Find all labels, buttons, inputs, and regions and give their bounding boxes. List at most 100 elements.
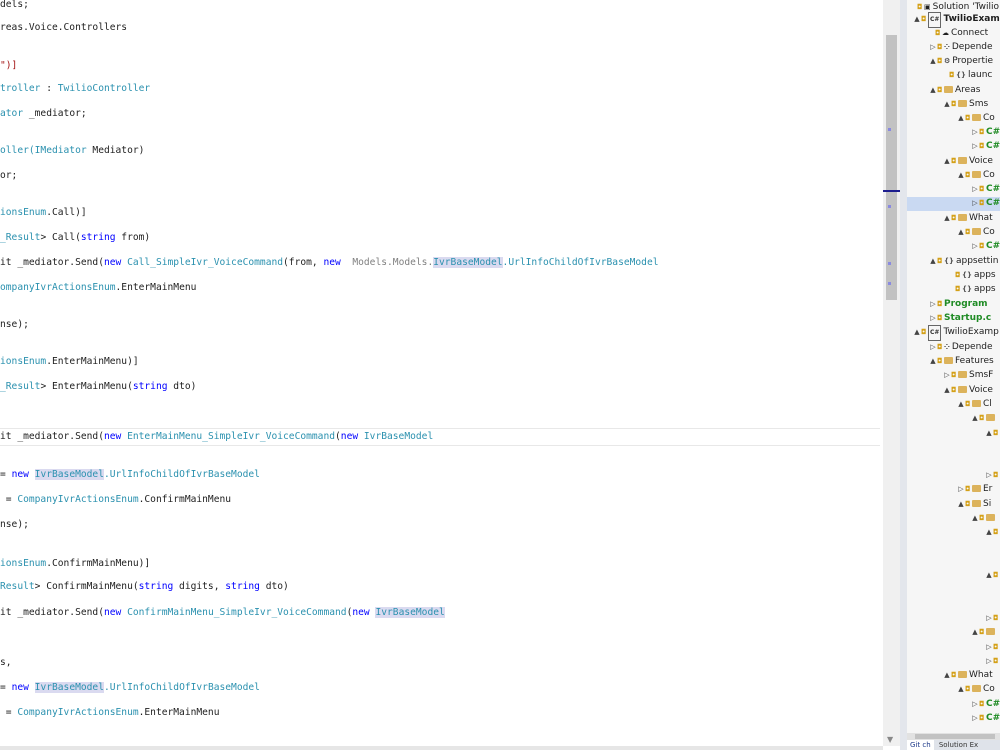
tree-node[interactable]: ▲◘ Co [957, 682, 995, 696]
panel-splitter[interactable] [900, 0, 907, 750]
tree-node[interactable]: ▲◘ Co [957, 168, 995, 182]
explorer-horizontal-scrollbar[interactable] [907, 733, 1000, 740]
tree-node[interactable]: ◘☁ Connect [927, 26, 988, 40]
tree-node[interactable]: ▷◘ Er [957, 482, 992, 496]
tree-node[interactable]: ▷◘ [985, 654, 1000, 668]
tree-node[interactable]: ▷◘⁘ Depende [929, 340, 992, 354]
tab-solution-explorer[interactable]: Solution Ex [936, 740, 981, 750]
tree-node[interactable]: ▷◘ [985, 468, 1000, 482]
collapse-arrow-icon[interactable]: ▷ [971, 239, 979, 253]
code-token: .EnterMainMenu)] [46, 356, 139, 367]
editor-scroll-thumb[interactable] [886, 35, 897, 300]
tree-node[interactable]: ▷◘C# [971, 711, 1000, 725]
collapse-arrow-icon[interactable]: ▷ [971, 139, 979, 153]
collapse-arrow-icon[interactable]: ▷ [971, 697, 979, 711]
expand-arrow-icon[interactable]: ▲ [971, 511, 979, 525]
expand-arrow-icon[interactable]: ▲ [985, 525, 993, 539]
tree-node[interactable]: ▷◘ [985, 611, 1000, 625]
collapse-arrow-icon[interactable]: ▷ [985, 640, 993, 654]
tree-node[interactable]: ▲◘ Si [957, 497, 991, 511]
tree-node[interactable]: ▷◘C# [971, 239, 1000, 253]
tree-node[interactable]: ▷◘C# [971, 139, 1000, 153]
code-token: new [103, 257, 122, 268]
tree-node[interactable]: ▲◘ [985, 525, 1000, 539]
tree-node[interactable]: ▲◘ Features [929, 354, 993, 368]
tree-node[interactable]: ▲◘ [985, 568, 1000, 582]
collapse-arrow-icon[interactable]: ▷ [929, 40, 937, 54]
expand-arrow-icon[interactable]: ▲ [913, 12, 921, 26]
expand-arrow-icon[interactable]: ▲ [985, 568, 993, 582]
expand-arrow-icon[interactable]: ▲ [929, 83, 937, 97]
code-editor[interactable]: dels; reas.Voice.Controllers ")] troller : … [0, 0, 883, 746]
tree-node-label: Propertie [952, 56, 994, 66]
tree-node[interactable]: ▷◘C# [971, 196, 1000, 210]
tree-node[interactable]: ▷◘⁘ Depende [929, 40, 992, 54]
collapse-arrow-icon[interactable]: ▷ [971, 125, 979, 139]
collapse-arrow-icon[interactable]: ▷ [985, 468, 993, 482]
collapse-arrow-icon[interactable]: ▷ [985, 611, 993, 625]
tree-node[interactable]: ▷◘C# [971, 182, 1000, 196]
tree-node[interactable]: ▲◘ What [943, 211, 992, 225]
tree-node[interactable]: ▲◘ [971, 511, 997, 525]
collapse-arrow-icon[interactable]: ▷ [971, 711, 979, 725]
tree-node[interactable]: ◘{} launc [941, 68, 992, 82]
collapse-arrow-icon[interactable]: ▷ [943, 368, 951, 382]
collapse-arrow-icon[interactable]: ▷ [929, 340, 937, 354]
expand-arrow-icon[interactable]: ▲ [929, 54, 937, 68]
expand-arrow-icon[interactable]: ▲ [943, 97, 951, 111]
tree-node[interactable]: ▲◘ [971, 411, 997, 425]
collapse-arrow-icon[interactable]: ▷ [971, 196, 979, 210]
editor-horizontal-scrollbar[interactable] [0, 746, 883, 750]
scroll-down-arrow-icon[interactable]: ▼ [887, 735, 893, 744]
expand-arrow-icon[interactable]: ▲ [957, 497, 965, 511]
tree-node-label: Connect [951, 28, 989, 38]
tree-node[interactable]: ▲◘ Co [957, 225, 995, 239]
expand-arrow-icon[interactable]: ▲ [929, 254, 937, 268]
collapse-arrow-icon[interactable]: ▷ [985, 654, 993, 668]
collapse-arrow-icon[interactable]: ▷ [971, 182, 979, 196]
tree-node[interactable]: ▲◘⚙ Propertie [929, 54, 993, 68]
tree-node[interactable]: ▷◘ SmsF [943, 368, 993, 382]
expand-arrow-icon[interactable]: ▲ [971, 411, 979, 425]
tab-git-changes[interactable]: Git ch [907, 740, 934, 750]
expand-arrow-icon[interactable]: ▲ [957, 111, 965, 125]
expand-arrow-icon[interactable]: ▲ [957, 397, 965, 411]
tree-node[interactable]: ▷◘Program [929, 297, 987, 311]
expand-arrow-icon[interactable]: ▲ [971, 625, 979, 639]
tree-node[interactable]: ▲◘ [971, 625, 997, 639]
expand-arrow-icon[interactable]: ▲ [957, 168, 965, 182]
tree-node[interactable]: ▷◘ [985, 640, 1000, 654]
editor-vertical-scrollbar[interactable]: ▼ [883, 0, 900, 746]
expand-arrow-icon[interactable]: ▲ [985, 426, 993, 440]
tree-node[interactable]: ▲◘ Voice [943, 154, 993, 168]
expand-arrow-icon[interactable]: ▲ [943, 668, 951, 682]
expand-arrow-icon[interactable]: ▲ [929, 354, 937, 368]
expand-arrow-icon[interactable]: ▲ [943, 154, 951, 168]
explorer-scroll-thumb[interactable] [915, 734, 995, 739]
tree-node[interactable]: ▷◘C# [971, 697, 1000, 711]
expand-arrow-icon[interactable]: ▲ [943, 383, 951, 397]
tree-node[interactable]: ▲◘{} appsettin [929, 254, 998, 268]
tree-node[interactable]: ◘{} apps [947, 268, 996, 282]
expand-arrow-icon[interactable]: ▲ [957, 682, 965, 696]
tree-node[interactable]: ▲◘ C# TwilioExamp [913, 325, 999, 341]
tree-node[interactable]: ▷◘Startup.c [929, 311, 991, 325]
tree-node[interactable]: ▲◘ Co [957, 111, 995, 125]
tree-node[interactable]: ▲◘ C# TwilioExamp [913, 12, 1000, 28]
tree-node[interactable]: ▲◘ Sms [943, 97, 988, 111]
tree-node[interactable]: ▷◘C# [971, 125, 1000, 139]
collapse-arrow-icon[interactable]: ▷ [957, 482, 965, 496]
tree-node[interactable]: ▲◘ Cl [957, 397, 992, 411]
collapse-arrow-icon[interactable]: ▷ [929, 297, 937, 311]
expand-arrow-icon[interactable]: ▲ [913, 325, 921, 339]
folder-icon [972, 114, 981, 121]
expand-arrow-icon[interactable]: ▲ [943, 211, 951, 225]
expand-arrow-icon[interactable]: ▲ [957, 225, 965, 239]
tree-node[interactable]: ▲◘ [985, 426, 1000, 440]
tree-node[interactable]: ▲◘ Areas [929, 83, 980, 97]
tree-node[interactable]: ▲◘ Voice [943, 383, 993, 397]
tree-node[interactable]: ▲◘ What [943, 668, 992, 682]
tree-node[interactable]: ◘{} apps [947, 282, 996, 296]
collapse-arrow-icon[interactable]: ▷ [929, 311, 937, 325]
code-line: nse); [0, 316, 29, 334]
